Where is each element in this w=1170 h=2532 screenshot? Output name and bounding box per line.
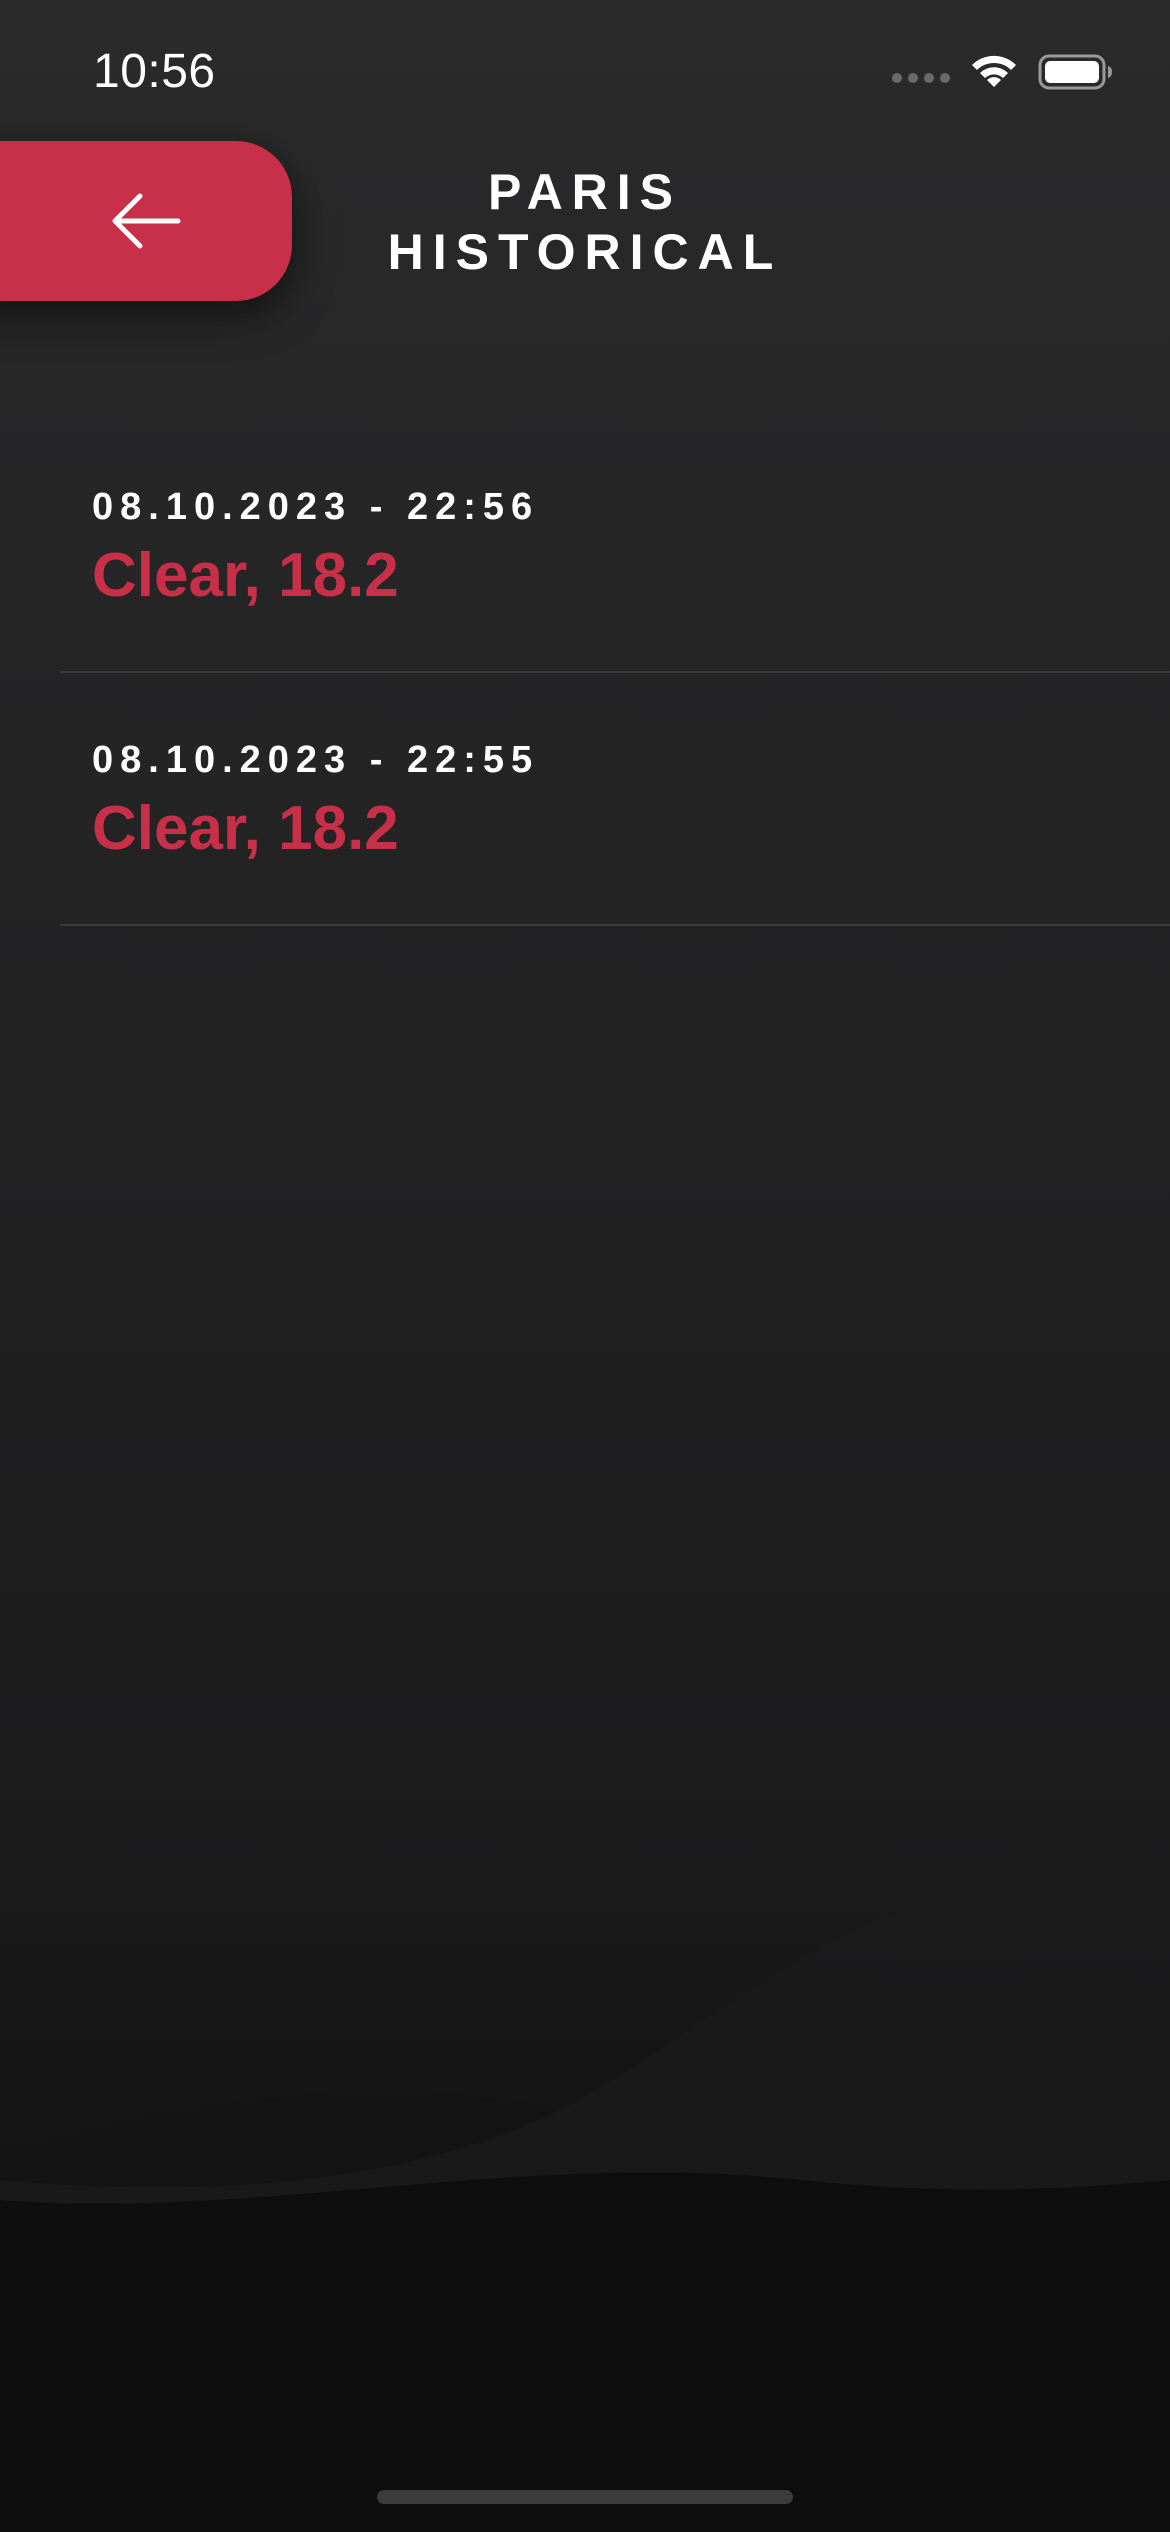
page-title: PARIS HISTORICAL — [330, 162, 840, 282]
historical-screen: 10:56 PARIS HISTORICAL 08.10.2023 - 22:5… — [0, 0, 1170, 2532]
list-item[interactable]: 08.10.2023 - 22:56 Clear, 18.2 — [60, 420, 1170, 673]
status-icons — [892, 52, 1114, 92]
wifi-icon — [972, 55, 1016, 87]
item-weather: Clear, 18.2 — [92, 541, 399, 610]
battery-icon — [1038, 54, 1112, 90]
background-waves — [0, 1860, 1170, 2532]
back-button[interactable] — [0, 141, 292, 301]
item-weather: Clear, 18.2 — [92, 794, 399, 863]
item-date: 08.10.2023 - 22:56 — [92, 486, 540, 528]
history-list: 08.10.2023 - 22:56 Clear, 18.2 08.10.202… — [60, 420, 1170, 926]
page-title-text: PARIS HISTORICAL — [387, 164, 783, 280]
list-item[interactable]: 08.10.2023 - 22:55 Clear, 18.2 — [60, 673, 1170, 926]
status-bar: 10:56 — [0, 0, 1170, 140]
arrow-left-icon — [108, 191, 184, 251]
status-time: 10:56 — [93, 45, 216, 98]
signal-dots-icon — [892, 73, 950, 83]
item-date: 08.10.2023 - 22:55 — [92, 739, 540, 781]
home-indicator[interactable] — [377, 2490, 793, 2504]
